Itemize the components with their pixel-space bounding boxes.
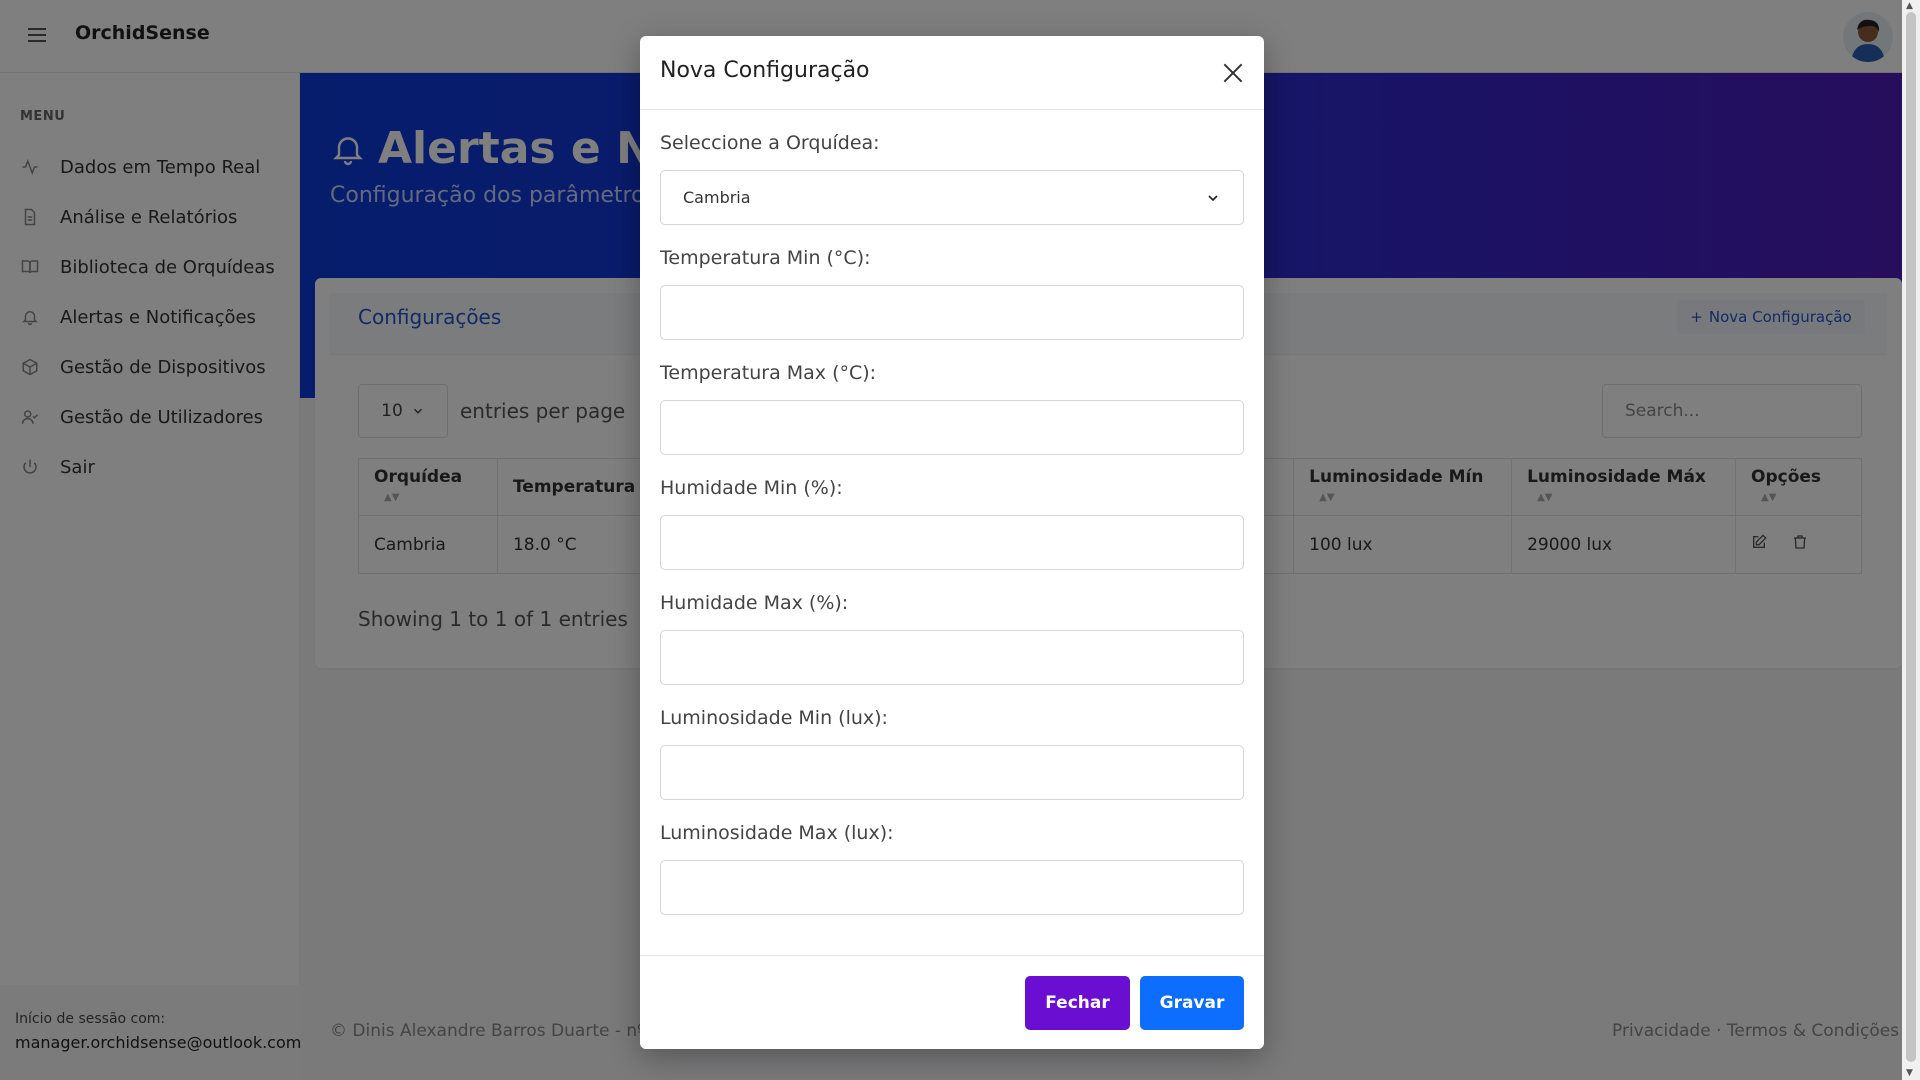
page-scrollbar[interactable]: ▲ ▼ [1902,0,1920,1080]
orchid-select-value: Cambria [683,188,751,207]
humidity-min-input[interactable] [660,515,1244,570]
luminosity-max-input[interactable] [660,860,1244,915]
temp-min-input[interactable] [660,285,1244,340]
temp-min-label: Temperatura Min (°C): [660,247,871,269]
modal-title: Nova Configuração [660,58,870,83]
humidity-max-input[interactable] [660,630,1244,685]
scroll-down-icon[interactable]: ▼ [1906,1068,1913,1078]
temp-max-label: Temperatura Max (°C): [660,362,877,384]
humidity-min-label: Humidade Min (%): [660,477,843,499]
humidity-max-label: Humidade Max (%): [660,592,849,614]
close-icon[interactable] [1220,60,1246,86]
new-configuration-modal: Nova Configuração Seleccione a Orquídea:… [640,36,1264,1049]
scroll-up-icon[interactable]: ▲ [1906,1,1913,11]
save-button[interactable]: Gravar [1140,976,1244,1030]
orchid-select-label: Seleccione a Orquídea: [660,132,880,154]
modal-header: Nova Configuração [640,36,1264,110]
close-button[interactable]: Fechar [1025,976,1130,1030]
modal-footer: Fechar Gravar [640,955,1264,1049]
chevron-down-icon [1208,194,1218,201]
temp-max-input[interactable] [660,400,1244,455]
luminosity-min-label: Luminosidade Min (lux): [660,707,888,729]
luminosity-min-input[interactable] [660,745,1244,800]
scrollbar-thumb[interactable] [1906,12,1916,1062]
orchid-select[interactable]: Cambria [660,170,1244,225]
luminosity-max-label: Luminosidade Max (lux): [660,822,894,844]
